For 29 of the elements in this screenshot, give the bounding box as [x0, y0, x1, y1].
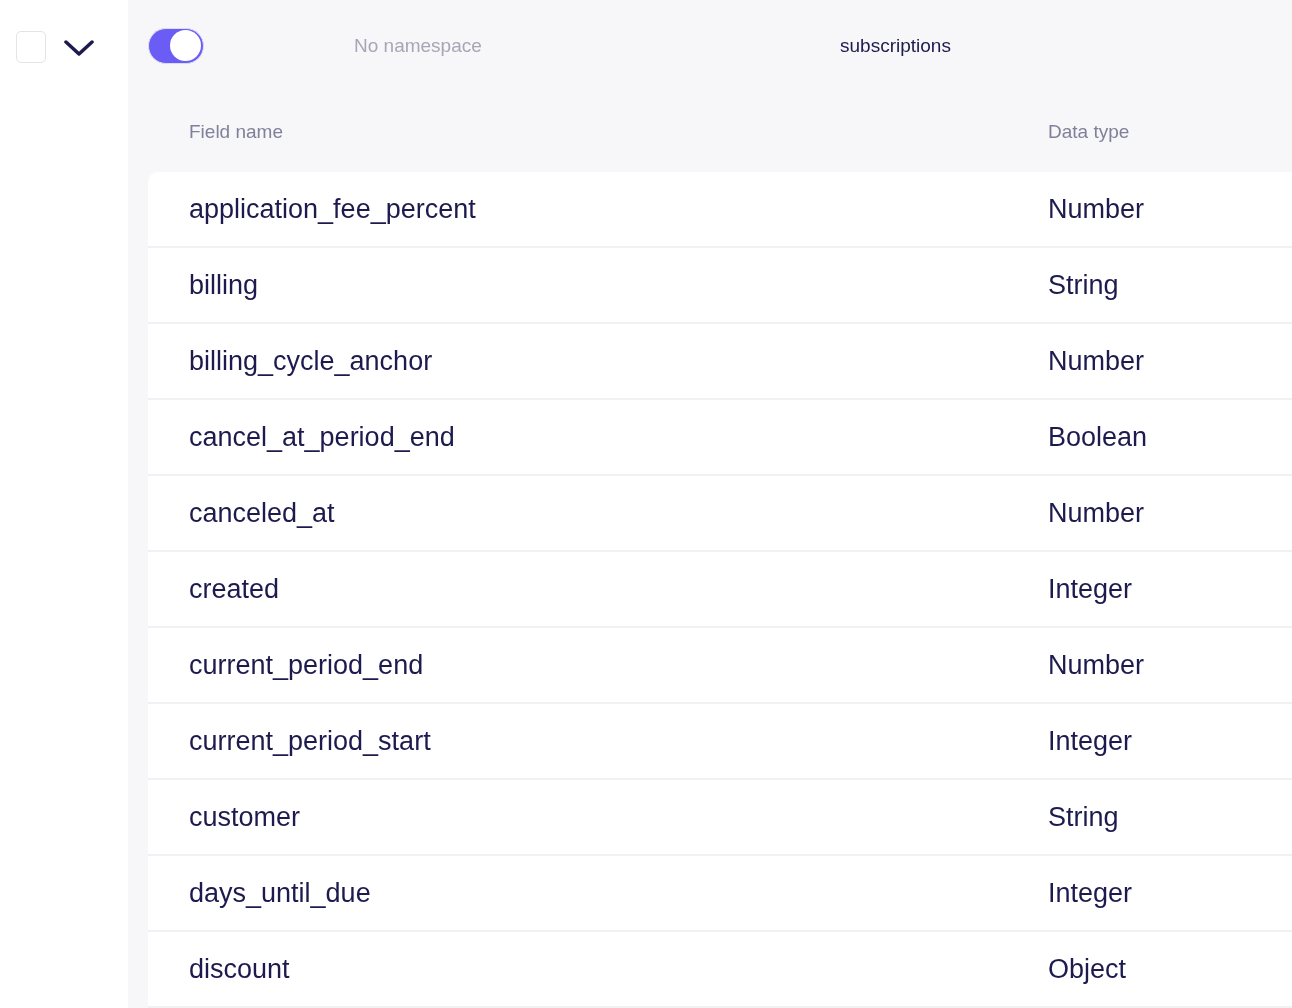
data-type: String — [1048, 269, 1119, 301]
field-name: application_fee_percent — [188, 193, 477, 225]
data-type: Number — [1048, 497, 1145, 529]
collection-name: subscriptions — [840, 35, 951, 58]
namespace-label: No namespace — [354, 35, 483, 58]
data-type: Number — [1048, 345, 1145, 377]
field-name: current_period_end — [188, 649, 425, 681]
field-name: billing_cycle_anchor — [188, 345, 434, 377]
field-name: current_period_start — [188, 725, 432, 757]
data-type: Number — [1048, 193, 1145, 225]
data-type: Integer — [1048, 725, 1133, 757]
chevron-down-icon[interactable] — [64, 39, 94, 57]
column-header: Field name — [188, 121, 284, 144]
field-name: customer — [188, 801, 302, 833]
field-name: days_until_due — [188, 877, 372, 909]
field-name: created — [188, 573, 281, 605]
checkbox[interactable] — [16, 31, 46, 63]
field-name: canceled_at — [188, 497, 336, 529]
data-type: Integer — [1048, 877, 1133, 909]
data-type: Boolean — [1048, 421, 1148, 453]
field-name: discount — [188, 953, 291, 985]
column-header: Data type — [1048, 121, 1130, 144]
field-name: billing — [188, 269, 260, 301]
toggle-switch[interactable] — [148, 28, 204, 65]
data-type: Number — [1048, 649, 1145, 681]
field-name: cancel_at_period_end — [188, 421, 456, 453]
data-type: Object — [1048, 953, 1127, 985]
data-type: Integer — [1048, 573, 1133, 605]
data-type: String — [1048, 801, 1119, 833]
